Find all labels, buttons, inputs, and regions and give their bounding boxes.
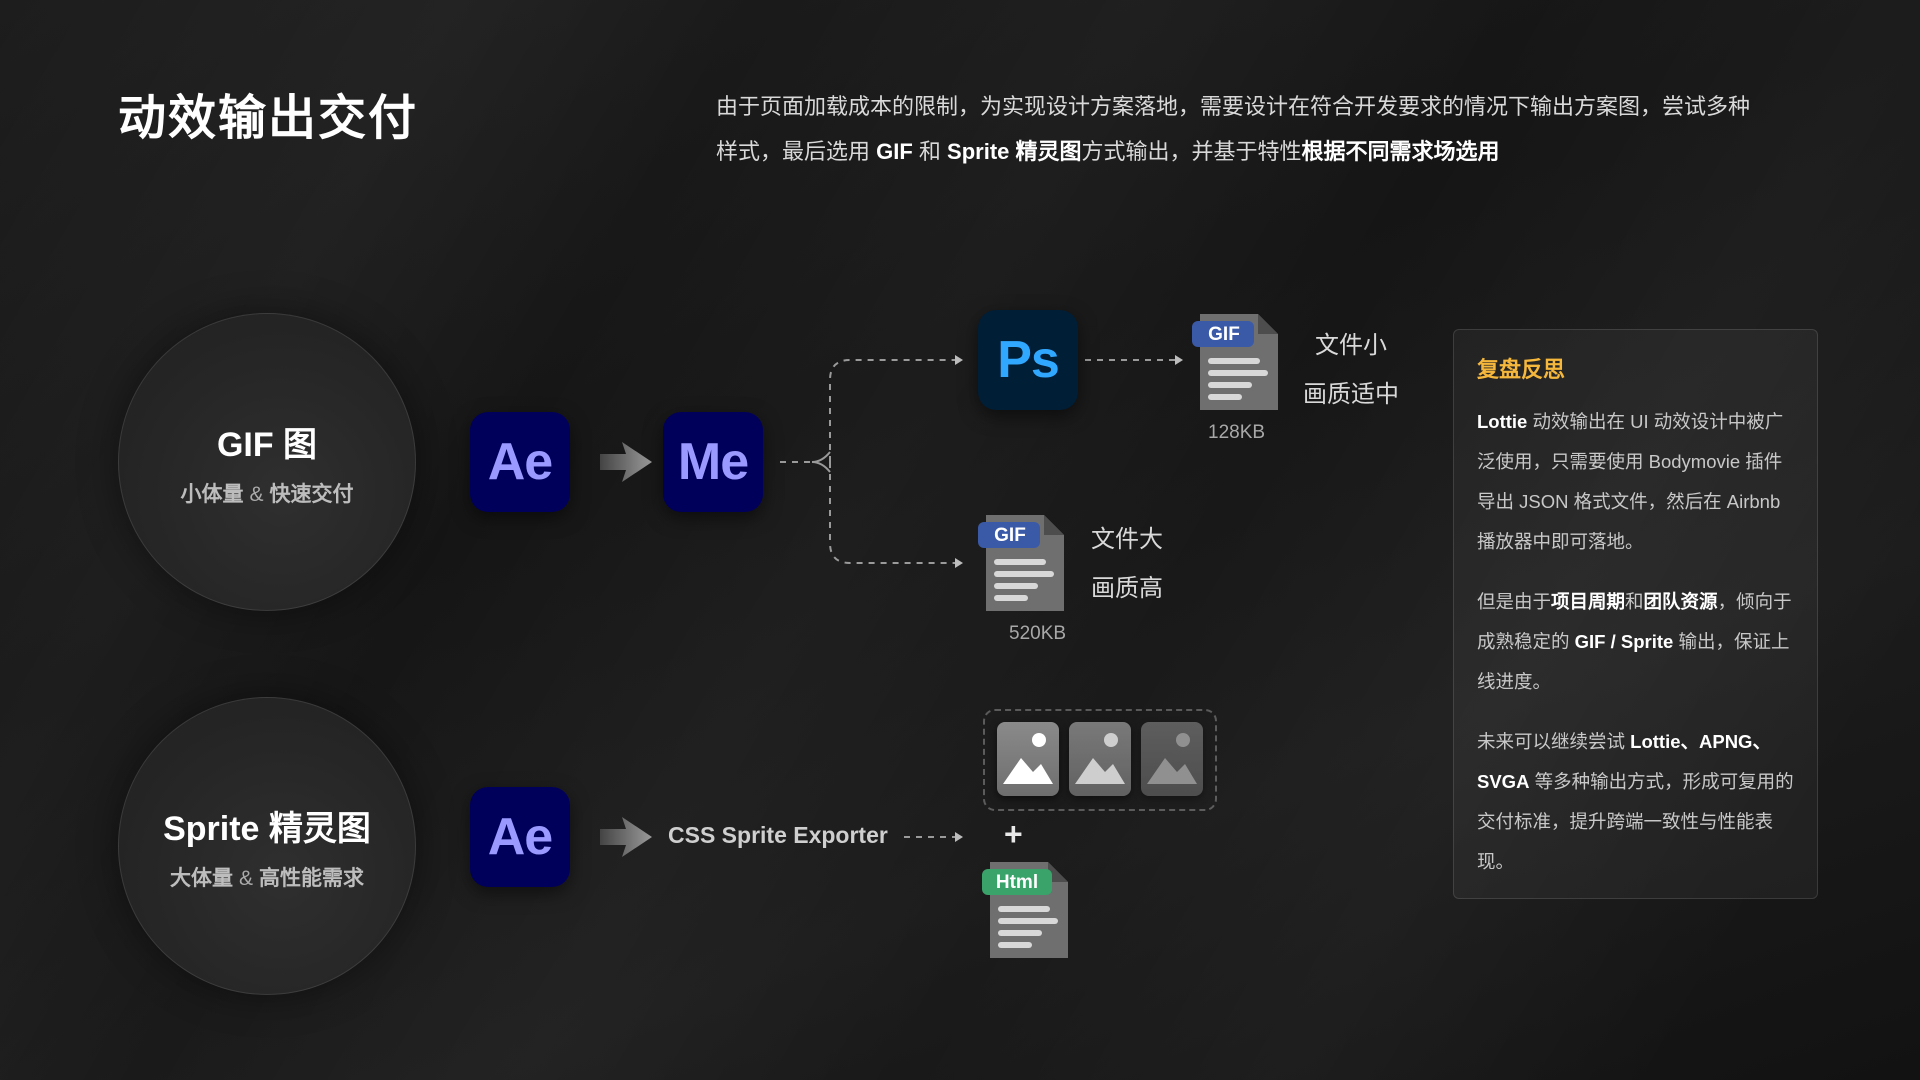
ampersand: & <box>238 866 253 890</box>
image-frame-icon <box>997 722 1059 796</box>
gif-circle-subtitle: 小体量 & 快速交付 <box>180 478 353 508</box>
sprite-circle-subtitle: 大体量 & 高性能需求 <box>170 862 364 892</box>
photoshop-icon: Ps <box>978 310 1078 410</box>
review-bold: 团队资源 <box>1643 591 1718 612</box>
arrowhead <box>955 832 963 842</box>
review-paragraph: Lottie 动效输出在 UI 动效设计中被广泛使用，只需要使用 Bodymov… <box>1477 402 1794 562</box>
sprite-circle-title: Sprite 精灵图 <box>163 809 371 848</box>
review-panel: 复盘反思 Lottie 动效输出在 UI 动效设计中被广泛使用，只需要使用 Bo… <box>1453 329 1818 899</box>
file-description-line: 画质高 <box>1091 575 1163 602</box>
arrowhead <box>955 355 963 365</box>
after-effects-icon: Ae <box>470 787 570 887</box>
arrow-right-icon <box>600 442 652 482</box>
ampersand: & <box>249 482 264 506</box>
arrowhead <box>955 558 963 568</box>
review-text: 未来可以继续尝试 <box>1477 731 1631 752</box>
media-encoder-icon: Me <box>663 412 763 512</box>
sprite-frames-box <box>983 709 1217 811</box>
file-size: 128KB <box>1208 422 1266 443</box>
file-size: 520KB <box>1009 623 1067 644</box>
image-frame-icon <box>1141 722 1203 796</box>
dashed-connector-branch-down <box>829 462 955 564</box>
sprite-circle: Sprite 精灵图 大体量 & 高性能需求 <box>118 697 416 995</box>
file-description-line: 画质适中 <box>1303 381 1399 408</box>
gif-feature-a: 小体量 <box>180 482 244 506</box>
file-description: 文件小 画质适中 <box>1296 321 1406 419</box>
gif-circle: GIF 图 小体量 & 快速交付 <box>118 313 416 611</box>
review-text: 和 <box>1625 591 1644 612</box>
review-paragraph: 未来可以继续尝试 Lottie、APNG、SVGA 等多种输出方式，形成可复用的… <box>1477 722 1794 882</box>
review-text: 但是由于 <box>1477 591 1552 612</box>
sprite-feature-b: 高性能需求 <box>259 866 364 890</box>
file-description-line: 文件小 <box>1315 332 1387 359</box>
gif-file-badge-label: GIF <box>994 525 1026 546</box>
css-sprite-exporter-label: CSS Sprite Exporter <box>668 822 888 848</box>
sprite-feature-a: 大体量 <box>169 866 233 890</box>
arrowhead <box>1175 355 1183 365</box>
gif-circle-title: GIF 图 <box>216 425 318 464</box>
file-description-line: 文件大 <box>1091 526 1163 553</box>
after-effects-icon: Ae <box>470 412 570 512</box>
arrow-right-icon <box>600 817 652 857</box>
review-paragraph: 但是由于项目周期和团队资源，倾向于成熟稳定的 GIF / Sprite 输出，保… <box>1477 582 1794 702</box>
plus-icon: + <box>1004 816 1023 852</box>
review-bold: Lottie <box>1477 411 1528 432</box>
gif-feature-b: 快速交付 <box>269 482 354 506</box>
file-description: 文件大 画质高 <box>1087 515 1167 613</box>
dashed-connector-branch-up <box>829 359 955 462</box>
review-bold: GIF / Sprite <box>1574 631 1674 652</box>
gif-file-badge-label: GIF <box>1208 324 1240 345</box>
review-title: 复盘反思 <box>1477 357 1566 382</box>
html-file-badge-label: Html <box>995 872 1039 893</box>
review-bold: 项目周期 <box>1551 591 1626 612</box>
image-frame-icon <box>1069 722 1131 796</box>
review-text: 动效输出在 UI 动效设计中被广泛使用，只需要使用 Bodymovie 插件导出… <box>1477 411 1784 552</box>
